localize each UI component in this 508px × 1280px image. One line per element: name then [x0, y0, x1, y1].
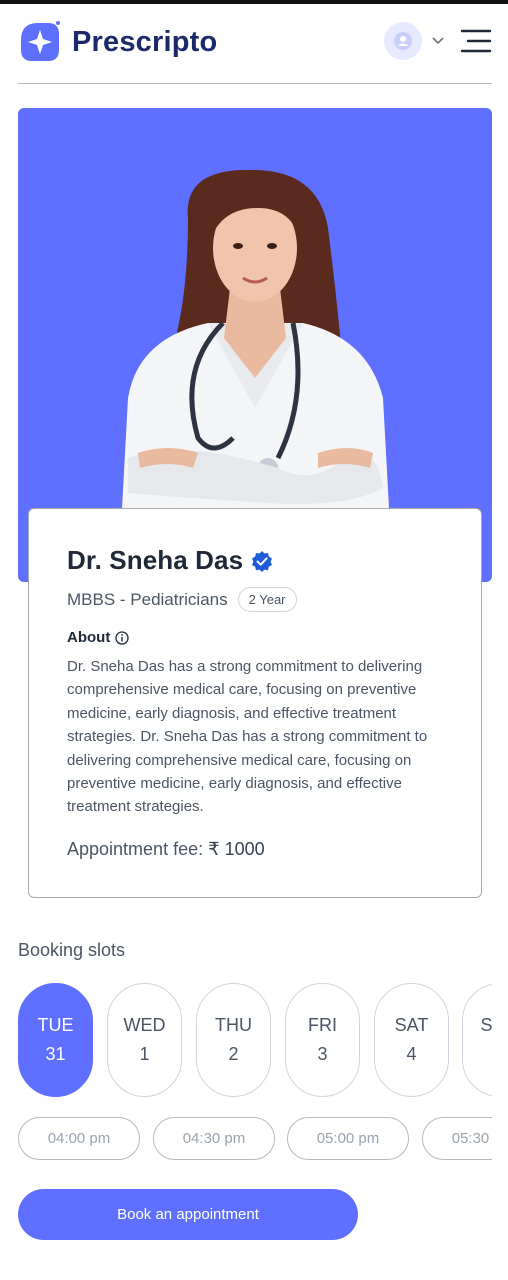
experience-badge: 2 Year	[237, 587, 297, 612]
time-slot[interactable]: 04:30 pm	[153, 1117, 275, 1160]
day-slot[interactable]: SUN 5	[462, 983, 492, 1097]
day-date: 4	[406, 1044, 417, 1064]
prescripto-logo-icon	[21, 21, 60, 61]
about-label: About	[67, 629, 111, 646]
top-navbar: Prescripto	[18, 18, 492, 70]
day-slot[interactable]: WED 1	[107, 983, 182, 1097]
time-slot[interactable]: 04:00 pm	[18, 1117, 140, 1160]
day-name: SAT	[394, 1015, 429, 1035]
booking-slots-title: Booking slots	[18, 940, 126, 960]
day-date: 1	[139, 1044, 150, 1064]
day-date: 31	[45, 1044, 66, 1064]
day-slot[interactable]: TUE 31	[18, 983, 93, 1097]
day-slot[interactable]: SAT 4	[374, 983, 449, 1097]
verified-badge-icon	[252, 550, 273, 572]
day-name: TUE	[37, 1015, 74, 1035]
fee-value: ₹ 1000	[208, 839, 265, 859]
status-bar-edge	[0, 0, 508, 4]
day-name: THU	[215, 1015, 252, 1035]
day-slot[interactable]: THU 2	[196, 983, 271, 1097]
header-divider	[18, 83, 492, 84]
speciality-row: MBBS - Pediatricians 2 Year	[67, 587, 297, 612]
brand-name: Prescripto	[72, 25, 218, 58]
doctor-info-card: Dr. Sneha Das MBBS - Pediatricians 2 Yea…	[28, 508, 482, 898]
user-avatar-icon[interactable]	[384, 22, 422, 60]
hamburger-menu-icon[interactable]	[460, 27, 492, 55]
about-heading: About	[67, 629, 129, 646]
day-name: SUN	[480, 1015, 492, 1035]
fee-label: Appointment fee:	[67, 839, 204, 859]
day-date: 3	[317, 1044, 328, 1064]
time-slot[interactable]: 05:00 pm	[287, 1117, 409, 1160]
day-slot[interactable]: FRI 3	[285, 983, 360, 1097]
day-name: WED	[123, 1015, 166, 1035]
day-date: 2	[228, 1044, 239, 1064]
doctor-name: Dr. Sneha Das	[67, 545, 244, 575]
user-menu[interactable]	[384, 22, 492, 60]
chevron-down-icon[interactable]	[430, 33, 446, 49]
time-selector: 04:00 pm 04:30 pm 05:00 pm 05:30 pm	[18, 1117, 492, 1161]
day-name: FRI	[308, 1015, 337, 1035]
book-appointment-button[interactable]: Book an appointment	[18, 1189, 358, 1240]
info-icon	[115, 630, 129, 645]
brand-logo[interactable]: Prescripto	[18, 20, 217, 64]
doctor-speciality: MBBS - Pediatricians	[67, 589, 228, 609]
about-text: Dr. Sneha Das has a strong commitment to…	[67, 658, 428, 816]
appointment-fee: Appointment fee: ₹ 1000	[67, 839, 265, 860]
day-selector: TUE 31 WED 1 THU 2 FRI 3 SAT 4 SUN 5	[18, 983, 492, 1099]
time-slot[interactable]: 05:30 pm	[422, 1117, 492, 1160]
doctor-name-row: Dr. Sneha Das	[67, 545, 273, 576]
